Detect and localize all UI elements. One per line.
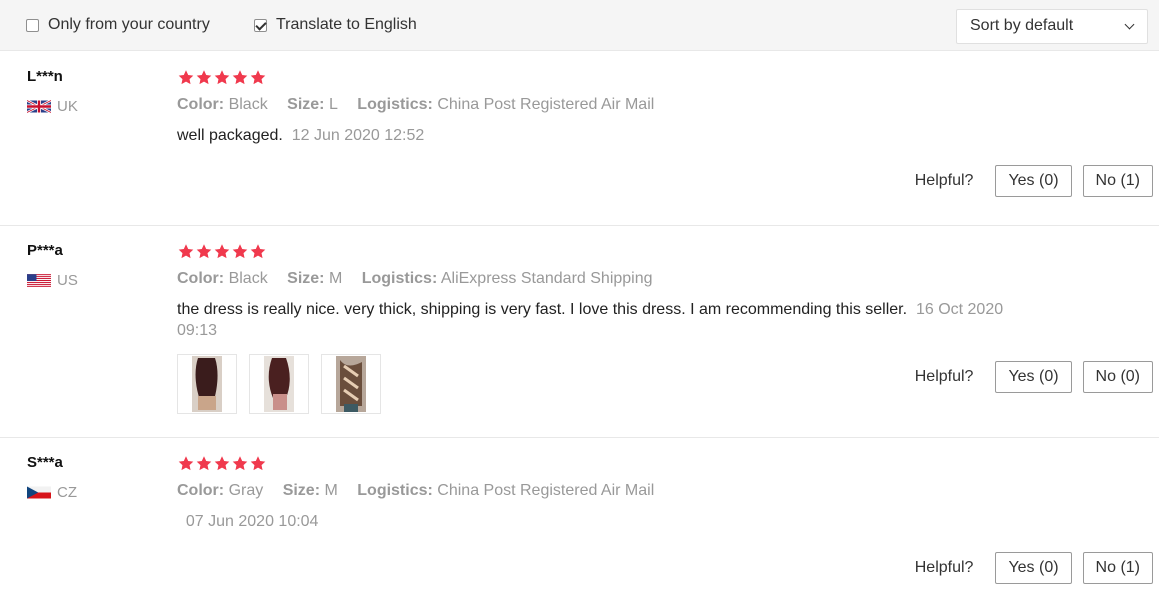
color-key: Color: [177, 96, 225, 113]
star-icon [213, 69, 231, 86]
color-key: Color: [177, 482, 225, 499]
size-value: L [328, 96, 338, 113]
star-icon [249, 243, 267, 260]
country-code: UK [57, 98, 78, 115]
reviewer-country: UK [27, 98, 78, 115]
helpful-label: Helpful? [914, 368, 974, 385]
helpful-label: Helpful? [914, 559, 974, 576]
helpful-no-button[interactable]: No (0) [1082, 361, 1153, 393]
review-photo-thumbnail[interactable] [249, 354, 309, 414]
review-photo-thumbnail[interactable] [321, 354, 381, 414]
review-photos [177, 354, 393, 414]
helpful-vote: Helpful? Yes (0) No (1) [915, 552, 1153, 584]
logistics-key: Logistics: [357, 482, 433, 499]
review-date: 07 Jun 2020 10:04 [185, 513, 319, 530]
helpful-yes-button[interactable]: Yes (0) [995, 361, 1072, 393]
reviewer-name: P***a [27, 242, 63, 259]
only-from-country-filter[interactable]: Only from your country [26, 16, 210, 34]
color-value: Black [228, 96, 268, 113]
chevron-down-icon [1124, 19, 1135, 30]
size-key: Size: [287, 270, 325, 287]
only-from-country-label: Only from your country [48, 16, 210, 33]
translate-to-english-checkbox[interactable] [254, 18, 267, 32]
review-item: L***n UK Color: Black Size: L Logistics:… [0, 52, 1159, 226]
cz-flag-icon [27, 486, 51, 499]
color-value: Gray [228, 482, 264, 499]
size-value: M [328, 270, 343, 287]
country-code: CZ [57, 484, 77, 501]
size-value: M [324, 482, 338, 499]
star-icon [195, 243, 213, 260]
star-icon [249, 455, 267, 472]
country-code: US [57, 272, 78, 289]
review-item: P***a US Color: Black Size: M Logistics:… [0, 226, 1159, 438]
logistics-key: Logistics: [357, 96, 433, 113]
color-key: Color: [177, 270, 225, 287]
star-icon [177, 243, 195, 260]
sort-select-value: Sort by default [970, 17, 1074, 34]
star-icon [213, 243, 231, 260]
star-icon [231, 243, 249, 260]
reviewer-name: L***n [27, 68, 63, 85]
review-text: well packaged. [177, 127, 283, 144]
review-photo-image [192, 356, 222, 412]
review-item: S***a CZ Color: Gray Size: M Logistics: … [0, 438, 1159, 590]
star-rating [177, 243, 267, 260]
helpful-no-button[interactable]: No (1) [1082, 552, 1153, 584]
star-rating [177, 69, 267, 86]
order-info: Color: Gray Size: M Logistics: China Pos… [177, 482, 654, 500]
reviewer-country: US [27, 272, 78, 289]
review-photo-image [336, 356, 366, 412]
star-icon [195, 69, 213, 86]
star-icon [195, 455, 213, 472]
sort-select[interactable]: Sort by default [956, 9, 1148, 44]
helpful-yes-button[interactable]: Yes (0) [995, 165, 1072, 197]
translate-to-english-label: Translate to English [276, 16, 417, 33]
star-icon [231, 455, 249, 472]
star-rating [177, 455, 267, 472]
review-filter-bar: Only from your country Translate to Engl… [0, 0, 1159, 51]
reviewer-country: CZ [27, 484, 77, 501]
review-date: 12 Jun 2020 12:52 [291, 127, 425, 144]
star-icon [249, 69, 267, 86]
us-flag-icon [27, 274, 51, 287]
reviewer-name: S***a [27, 454, 63, 471]
star-icon [177, 455, 195, 472]
helpful-yes-button[interactable]: Yes (0) [995, 552, 1072, 584]
logistics-value: China Post Registered Air Mail [437, 96, 655, 113]
star-icon [177, 69, 195, 86]
review-content: 07 Jun 2020 10:04 [177, 511, 319, 532]
review-content: the dress is really nice. very thick, sh… [177, 299, 1022, 341]
logistics-value: China Post Registered Air Mail [437, 482, 655, 499]
helpful-vote: Helpful? Yes (0) No (1) [915, 165, 1153, 197]
order-info: Color: Black Size: M Logistics: AliExpre… [177, 270, 653, 288]
size-key: Size: [287, 96, 325, 113]
review-text: the dress is really nice. very thick, sh… [177, 301, 908, 318]
review-photo-thumbnail[interactable] [177, 354, 237, 414]
order-info: Color: Black Size: L Logistics: China Po… [177, 96, 654, 114]
logistics-value: AliExpress Standard Shipping [440, 270, 653, 287]
translate-to-english-filter[interactable]: Translate to English [254, 16, 417, 34]
star-icon [213, 455, 231, 472]
logistics-key: Logistics: [361, 270, 438, 287]
helpful-vote: Helpful? Yes (0) No (0) [915, 361, 1153, 393]
star-icon [231, 69, 249, 86]
size-key: Size: [282, 482, 321, 499]
review-photo-image [264, 356, 294, 412]
review-content: well packaged. 12 Jun 2020 12:52 [177, 125, 424, 146]
helpful-label: Helpful? [914, 172, 974, 189]
helpful-no-button[interactable]: No (1) [1082, 165, 1153, 197]
uk-flag-icon [27, 100, 51, 113]
color-value: Black [228, 270, 268, 287]
only-from-country-checkbox[interactable] [26, 18, 39, 32]
